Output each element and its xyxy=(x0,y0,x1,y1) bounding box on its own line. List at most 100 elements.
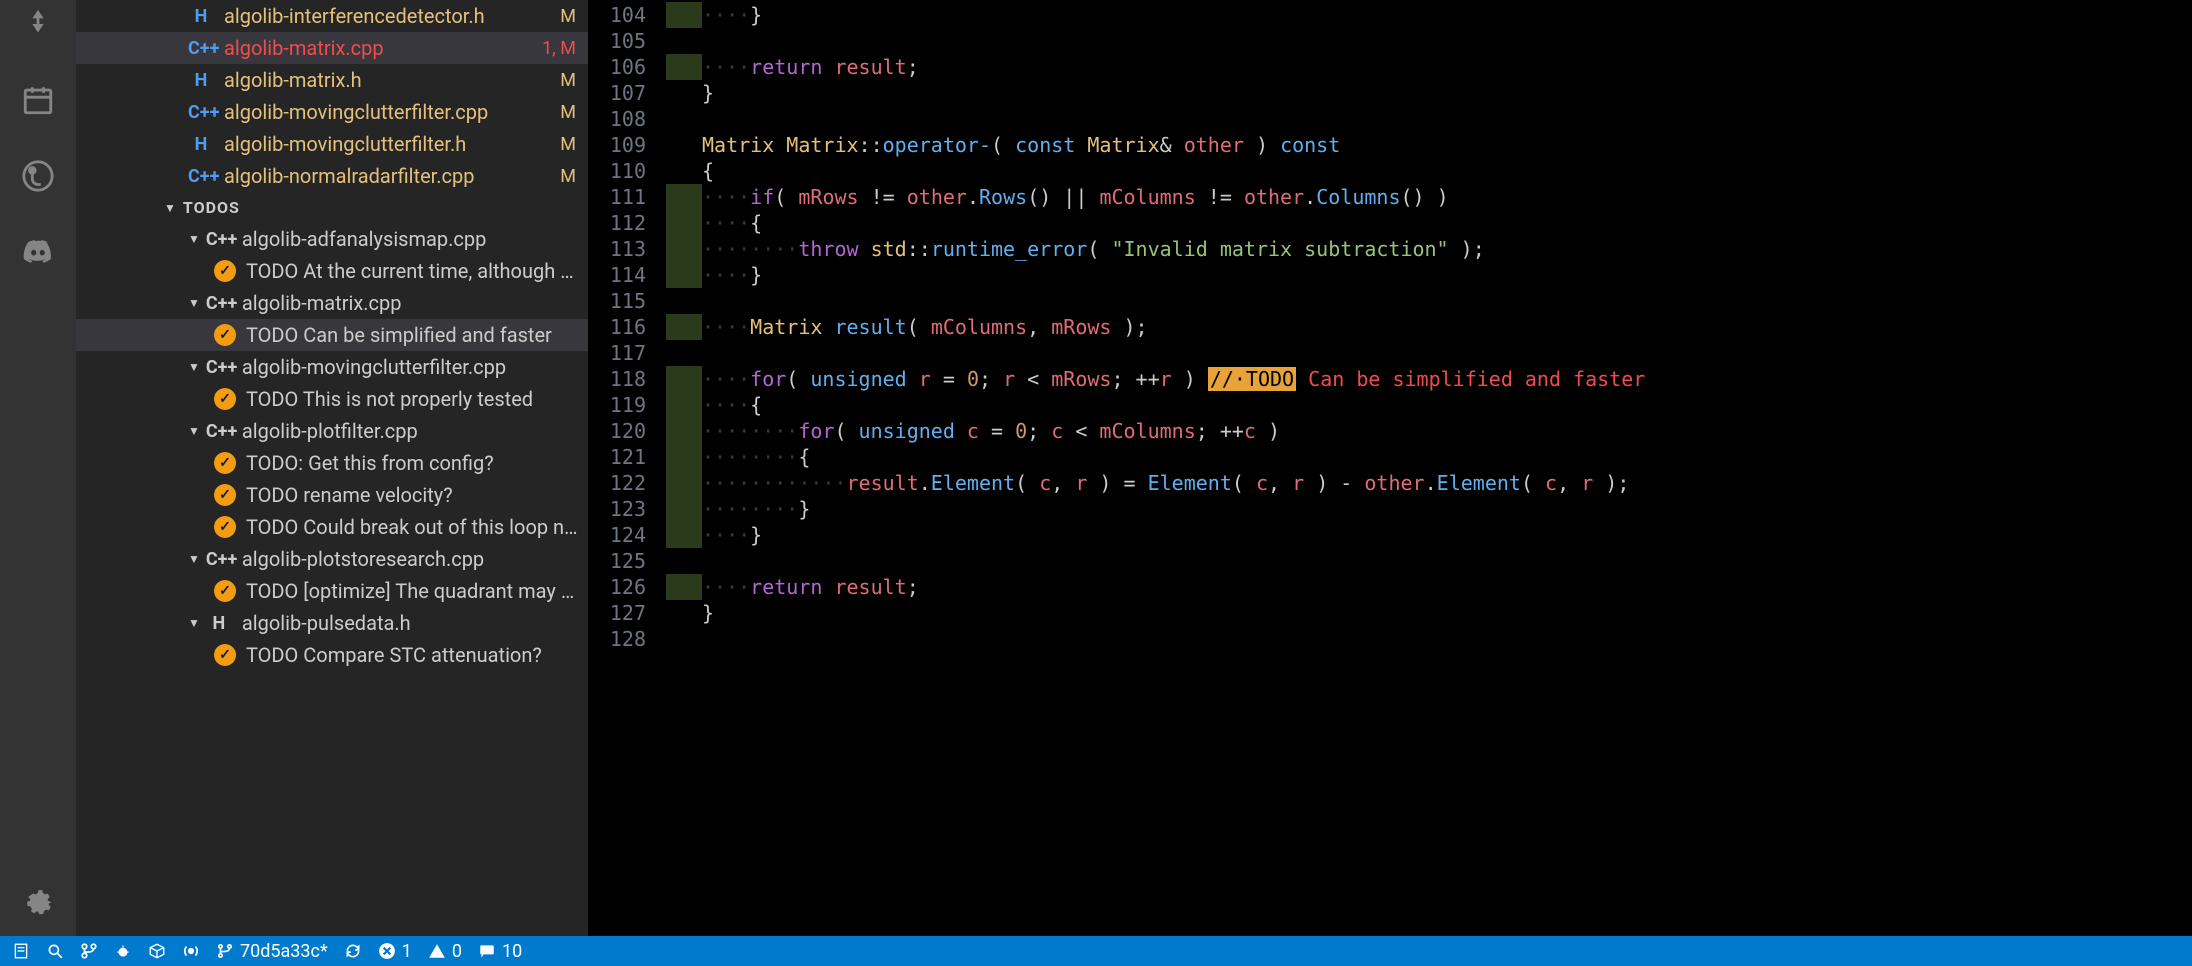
editor[interactable]: 1041051061071081091101111121131141151161… xyxy=(588,0,2192,936)
code-line[interactable]: ············result.Element( c, r ) = Ele… xyxy=(702,470,2192,496)
file-status-badge: M xyxy=(560,70,576,91)
diff-marker xyxy=(666,548,702,574)
diff-marker xyxy=(666,54,702,80)
todo-item[interactable]: TODO This is not properly tested xyxy=(76,383,588,415)
checkmark-icon xyxy=(214,644,236,666)
discord-icon[interactable] xyxy=(14,228,62,276)
code-line[interactable]: ····{ xyxy=(702,392,2192,418)
file-name-label: algolib-normalradarfilter.cpp xyxy=(224,164,552,188)
todo-text-label: TODO This is not properly tested xyxy=(246,387,533,411)
file-name-label: algolib-movingclutterfilter.h xyxy=(224,132,552,156)
todo-item[interactable]: TODO Compare STC attenuation? xyxy=(76,639,588,671)
status-sync-icon[interactable] xyxy=(344,942,362,960)
file-row[interactable]: Halgolib-interferencedetector.hM xyxy=(76,0,588,32)
code-line[interactable]: { xyxy=(702,158,2192,184)
status-warnings[interactable]: 0 xyxy=(428,941,462,962)
status-file-icon[interactable] xyxy=(12,942,30,960)
todo-item[interactable]: TODO [optimize] The quadrant may only ne… xyxy=(76,575,588,607)
line-number: 128 xyxy=(588,626,646,652)
code-line[interactable] xyxy=(702,548,2192,574)
todo-file-row[interactable]: ▼C++algolib-matrix.cpp xyxy=(76,287,588,319)
todos-section-header[interactable]: ▼ TODOS xyxy=(76,192,588,223)
code-line[interactable]: ····} xyxy=(702,262,2192,288)
code-line[interactable]: ····} xyxy=(702,2,2192,28)
todo-item[interactable]: TODO Can be simplified and faster xyxy=(76,319,588,351)
code-line[interactable]: ····Matrix result( mColumns, mRows ); xyxy=(702,314,2192,340)
cpp-file-icon: C++ xyxy=(188,38,214,59)
line-number: 126 xyxy=(588,574,646,600)
diff-marker xyxy=(666,28,702,54)
chevron-down-icon: ▼ xyxy=(188,360,200,374)
todo-item[interactable]: TODO: Get this from config? xyxy=(76,447,588,479)
file-name-label: algolib-matrix.cpp xyxy=(224,36,534,60)
code-line[interactable]: ····{ xyxy=(702,210,2192,236)
diff-marker xyxy=(666,236,702,262)
todo-file-label: algolib-plotfilter.cpp xyxy=(242,419,418,443)
code-line[interactable]: } xyxy=(702,80,2192,106)
status-radio-icon[interactable] xyxy=(182,942,200,960)
line-number: 112 xyxy=(588,210,646,236)
status-comments[interactable]: 10 xyxy=(478,941,522,962)
todo-item[interactable]: TODO rename velocity? xyxy=(76,479,588,511)
diff-marker xyxy=(666,574,702,600)
todo-file-label: algolib-plotstoresearch.cpp xyxy=(242,547,484,571)
line-number: 109 xyxy=(588,132,646,158)
line-number: 106 xyxy=(588,54,646,80)
code-line[interactable]: ····for( unsigned r = 0; r < mRows; ++r … xyxy=(702,366,2192,392)
code-line[interactable]: ····return result; xyxy=(702,54,2192,80)
line-number: 114 xyxy=(588,262,646,288)
cpp-file-icon: C++ xyxy=(206,293,232,314)
file-row[interactable]: Halgolib-matrix.hM xyxy=(76,64,588,96)
diff-marker xyxy=(666,340,702,366)
file-row[interactable]: C++algolib-movingclutterfilter.cppM xyxy=(76,96,588,128)
gear-icon[interactable] xyxy=(14,878,62,926)
file-row[interactable]: C++algolib-normalradarfilter.cppM xyxy=(76,160,588,192)
status-git-branch[interactable]: 70d5a33c* xyxy=(216,941,328,962)
status-bug-icon[interactable] xyxy=(114,942,132,960)
todo-file-row[interactable]: ▼C++algolib-movingclutterfilter.cpp xyxy=(76,351,588,383)
todo-file-row[interactable]: ▼C++algolib-plotstoresearch.cpp xyxy=(76,543,588,575)
status-branch-icon[interactable] xyxy=(80,942,98,960)
code-line[interactable] xyxy=(702,626,2192,652)
todo-file-row[interactable]: ▼Halgolib-pulsedata.h xyxy=(76,607,588,639)
header-file-icon: H xyxy=(206,613,232,634)
line-number: 120 xyxy=(588,418,646,444)
code-line[interactable]: ········} xyxy=(702,496,2192,522)
file-row[interactable]: Halgolib-movingclutterfilter.hM xyxy=(76,128,588,160)
code-line[interactable]: ····return result; xyxy=(702,574,2192,600)
code-line[interactable]: ········{ xyxy=(702,444,2192,470)
code-content[interactable]: ····}····return result;}Matrix Matrix::o… xyxy=(702,0,2192,936)
file-row[interactable]: C++algolib-matrix.cpp1, M xyxy=(76,32,588,64)
todo-file-row[interactable]: ▼C++algolib-plotfilter.cpp xyxy=(76,415,588,447)
checkmark-icon xyxy=(214,580,236,602)
todo-item[interactable]: TODO At the current time, although there… xyxy=(76,255,588,287)
status-bar: 70d5a33c* 1 0 10 xyxy=(0,936,2192,966)
calendar-icon[interactable] xyxy=(14,76,62,124)
todo-file-row[interactable]: ▼C++algolib-adfanalysismap.cpp xyxy=(76,223,588,255)
activity-source-icon[interactable] xyxy=(14,0,62,48)
code-line[interactable] xyxy=(702,28,2192,54)
file-status-badge: M xyxy=(560,102,576,123)
line-number: 125 xyxy=(588,548,646,574)
checkmark-icon xyxy=(214,388,236,410)
code-line[interactable] xyxy=(702,106,2192,132)
checkmark-icon xyxy=(214,484,236,506)
code-line[interactable] xyxy=(702,288,2192,314)
code-line[interactable]: ····} xyxy=(702,522,2192,548)
chevron-down-icon: ▼ xyxy=(188,552,200,566)
code-line[interactable]: ········throw std::runtime_error( "Inval… xyxy=(702,236,2192,262)
code-line[interactable] xyxy=(702,340,2192,366)
code-line[interactable]: Matrix Matrix::operator-( const Matrix& … xyxy=(702,132,2192,158)
diff-marker xyxy=(666,288,702,314)
todo-item[interactable]: TODO Could break out of this loop now? xyxy=(76,511,588,543)
line-number: 113 xyxy=(588,236,646,262)
code-line[interactable]: ····if( mRows != other.Rows() || mColumn… xyxy=(702,184,2192,210)
code-line[interactable]: } xyxy=(702,600,2192,626)
code-line[interactable]: ········for( unsigned c = 0; c < mColumn… xyxy=(702,418,2192,444)
status-errors[interactable]: 1 xyxy=(378,941,412,962)
diff-marker xyxy=(666,444,702,470)
source-control-icon[interactable] xyxy=(14,152,62,200)
status-search-icon[interactable] xyxy=(46,942,64,960)
status-package-icon[interactable] xyxy=(148,942,166,960)
cpp-file-icon: C++ xyxy=(206,357,232,378)
